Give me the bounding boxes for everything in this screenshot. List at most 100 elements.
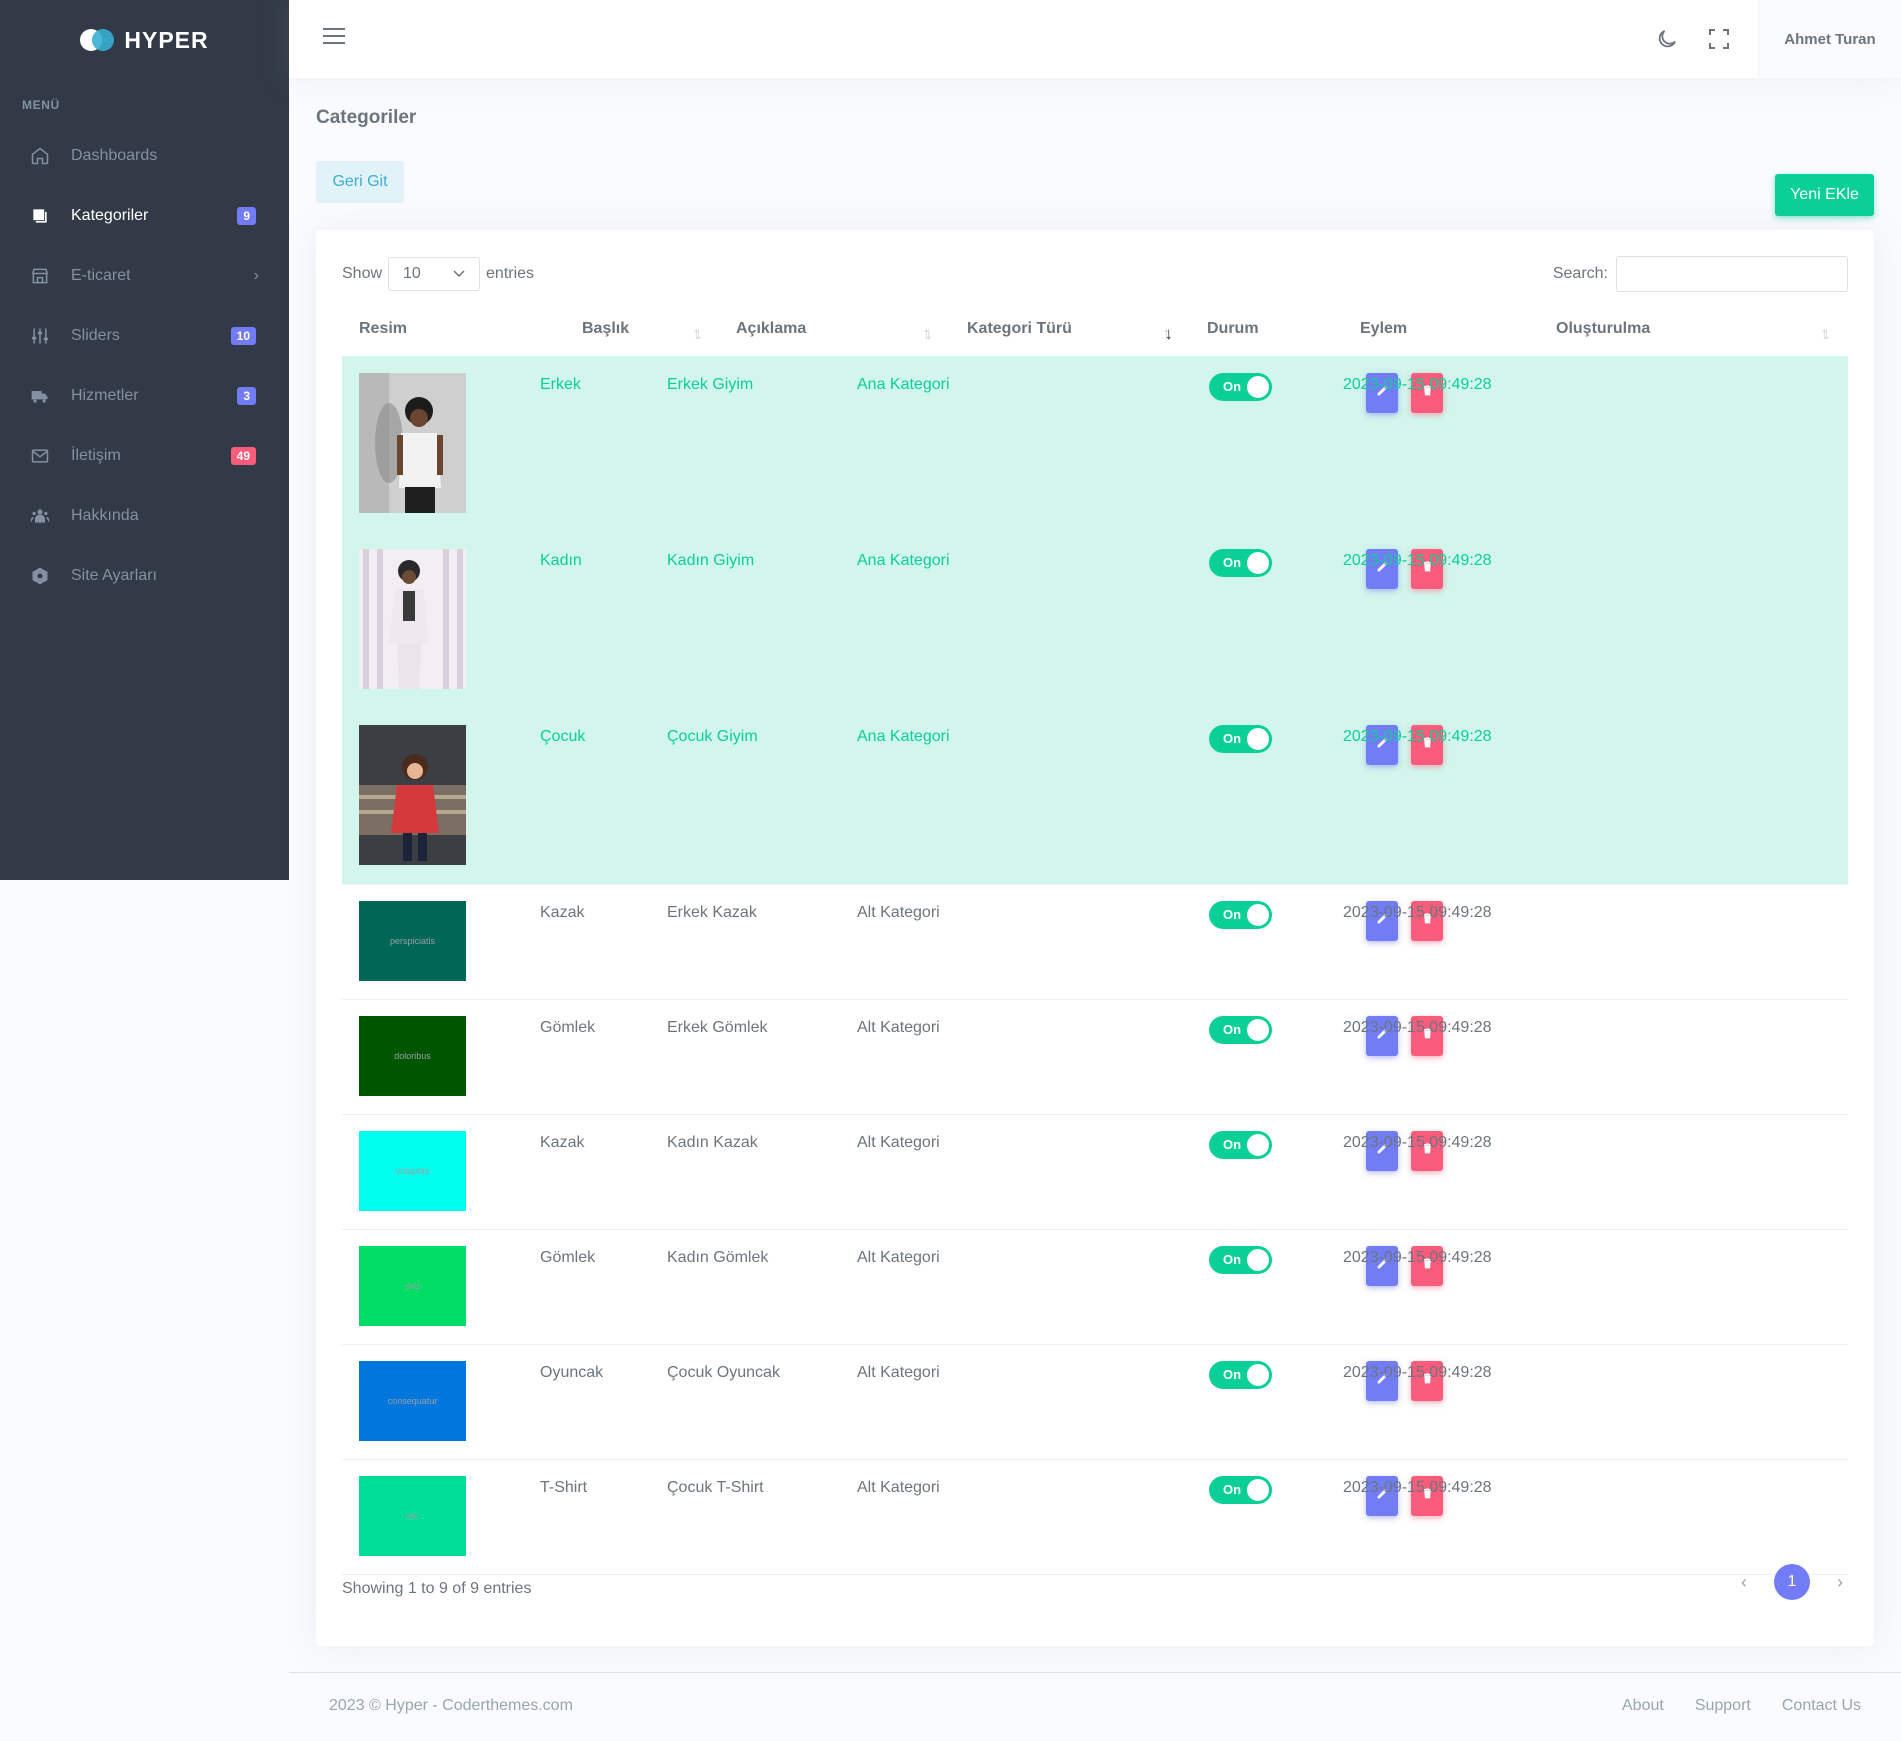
category-image: [359, 725, 466, 865]
sort-desc-icon[interactable]: ↑↓: [1162, 324, 1172, 344]
cell-category-type: Ana Kategori: [857, 728, 950, 745]
category-image: perspiciatis: [359, 901, 466, 981]
status-toggle[interactable]: On: [1209, 1246, 1272, 1274]
sidebar-item-sliders[interactable]: Sliders 10: [0, 306, 289, 366]
footer-link-about[interactable]: About: [1622, 1697, 1664, 1715]
status-toggle[interactable]: On: [1209, 1016, 1272, 1044]
fullscreen-icon[interactable]: [1707, 27, 1731, 51]
nav-badge: 3: [237, 387, 256, 405]
sidebar-item-kategoriler[interactable]: Kategoriler 9: [0, 186, 289, 246]
cell-category-type: Alt Kategori: [857, 1479, 940, 1496]
category-image: voluptas: [359, 1131, 466, 1211]
toggle-label: On: [1223, 1137, 1242, 1152]
table-info: Showing 1 to 9 of 9 entries: [342, 1580, 532, 1597]
cell-created-at: 2023-09-15 09:49:28: [1343, 728, 1492, 745]
toggle-label: On: [1223, 555, 1242, 570]
next-page-button[interactable]: ›: [1832, 1572, 1848, 1593]
col-header-kategori-turu[interactable]: Kategori Türü: [967, 320, 1072, 338]
status-toggle[interactable]: On: [1209, 1476, 1272, 1504]
cell-description: Kadın Giyim: [667, 552, 755, 569]
col-header-baslik[interactable]: Başlık: [582, 320, 629, 338]
sidebar-item-label: Site Ayarları: [71, 567, 157, 584]
cell-category-type: Alt Kategori: [857, 1019, 940, 1036]
back-button[interactable]: Geri Git: [316, 161, 404, 203]
cell-created-at: 2023-09-15 09:49:28: [1343, 1134, 1492, 1151]
add-new-button[interactable]: Yeni EKle: [1775, 174, 1874, 216]
length-value: 10: [403, 265, 421, 282]
cell-description: Çocuk Oyuncak: [667, 1364, 780, 1381]
sort-icon[interactable]: ↑↓: [922, 324, 933, 344]
search-input[interactable]: [1616, 256, 1848, 292]
logo[interactable]: HYPER: [0, 0, 289, 80]
col-header-durum[interactable]: Durum: [1207, 320, 1259, 338]
sidebar-item-label: Sliders: [71, 327, 120, 344]
pagination: ‹ 1 ›: [1736, 1564, 1848, 1600]
status-toggle[interactable]: On: [1209, 725, 1272, 753]
cell-title: Gömlek: [540, 1019, 596, 1036]
sidebar-item-site-ayarlar-[interactable]: Site Ayarları: [0, 546, 289, 606]
footer-link-support[interactable]: Support: [1695, 1697, 1751, 1715]
cell-description: Çocuk T-Shirt: [667, 1479, 764, 1496]
toggle-label: On: [1223, 907, 1242, 922]
cell-title: Erkek: [540, 376, 581, 393]
cell-category-type: Alt Kategori: [857, 1249, 940, 1266]
status-toggle[interactable]: On: [1209, 901, 1272, 929]
copyright: 2023 © Hyper - Coderthemes.com: [329, 1697, 573, 1714]
cell-created-at: 2023-09-15 09:49:28: [1343, 1364, 1492, 1381]
cell-title: Oyuncak: [540, 1364, 604, 1381]
image-placeholder-text: perspiciatis: [389, 936, 436, 946]
status-toggle[interactable]: On: [1209, 373, 1272, 401]
category-image: sed: [359, 1246, 466, 1326]
table-row: doloribus Gömlek Erkek Gömlek Alt Kategor…: [342, 999, 1848, 1115]
status-toggle[interactable]: On: [1209, 1361, 1272, 1389]
status-toggle[interactable]: On: [1209, 549, 1272, 577]
col-header-resim[interactable]: Resim: [359, 320, 407, 338]
status-toggle[interactable]: On: [1209, 1131, 1272, 1159]
col-header-aciklama[interactable]: Açıklama: [736, 320, 806, 338]
cell-category-type: Ana Kategori: [857, 376, 950, 393]
cell-description: Kadın Gömlek: [667, 1249, 769, 1266]
toggle-label: On: [1223, 731, 1242, 746]
sidebar-item-i-leti-im[interactable]: İletişim 49: [0, 426, 289, 486]
cell-created-at: 2023-09-15 09:49:28: [1343, 1479, 1492, 1496]
footer-link-contact[interactable]: Contact Us: [1782, 1697, 1861, 1715]
cell-description: Erkek Kazak: [667, 904, 757, 921]
moon-icon[interactable]: [1655, 27, 1679, 51]
cell-description: Çocuk Giyim: [667, 728, 758, 745]
sort-icon[interactable]: ↑↓: [1820, 324, 1831, 344]
users-icon: [28, 504, 52, 528]
page-1-button[interactable]: 1: [1774, 1564, 1810, 1600]
sort-icon[interactable]: ↑↓: [692, 324, 703, 344]
sidebar-item-label: Dashboards: [71, 147, 158, 164]
sidebar-item-hizmetler[interactable]: Hizmetler 3: [0, 366, 289, 426]
entries-length-select[interactable]: 10: [388, 257, 481, 291]
sidebar-item-label: İletişim: [71, 447, 121, 464]
logo-text: HYPER: [124, 26, 209, 53]
sidebar-item-dashboards[interactable]: Dashboards: [0, 126, 289, 186]
cell-category-type: Alt Kategori: [857, 1364, 940, 1381]
toggle-label: On: [1223, 1367, 1242, 1382]
cell-category-type: Alt Kategori: [857, 904, 940, 921]
logo-mark-icon: [80, 29, 116, 51]
menu-toggle-icon[interactable]: [323, 28, 345, 46]
prev-page-button[interactable]: ‹: [1736, 1572, 1752, 1593]
cell-created-at: 2023-09-15 09:49:28: [1343, 904, 1492, 921]
truck-icon: [28, 384, 52, 408]
footer: 2023 © Hyper - Coderthemes.com About Sup…: [289, 1672, 1901, 1741]
cell-category-type: Ana Kategori: [857, 552, 950, 569]
col-header-olusturulma[interactable]: Oluşturulma: [1556, 320, 1650, 338]
table-row: perspiciatis Kazak Erkek Kazak Alt Katego…: [342, 884, 1848, 1000]
col-header-eylem[interactable]: Eylem: [1360, 320, 1407, 338]
sidebar: HYPER MENÜ Dashboards Kategoriler 9 E-tic…: [0, 0, 289, 880]
user-menu[interactable]: Ahmet Turan: [1758, 0, 1901, 78]
cell-created-at: 2023-09-15 09:49:28: [1343, 552, 1492, 569]
datatable-toolbar: Show 10 entries Search:: [342, 256, 1848, 292]
sidebar-item-e-ticaret[interactable]: E-ticaret ›: [0, 246, 289, 306]
cell-created-at: 2023-09-15 09:49:28: [1343, 1019, 1492, 1036]
page-title: Categoriler: [316, 107, 417, 128]
user-name: Ahmet Turan: [1784, 30, 1876, 48]
sidebar-item-hakk-nda[interactable]: Hakkında: [0, 486, 289, 546]
cell-description: Erkek Giyim: [667, 376, 754, 393]
chevron-right-icon: ›: [253, 267, 259, 284]
sidebar-item-label: Hizmetler: [71, 387, 139, 404]
